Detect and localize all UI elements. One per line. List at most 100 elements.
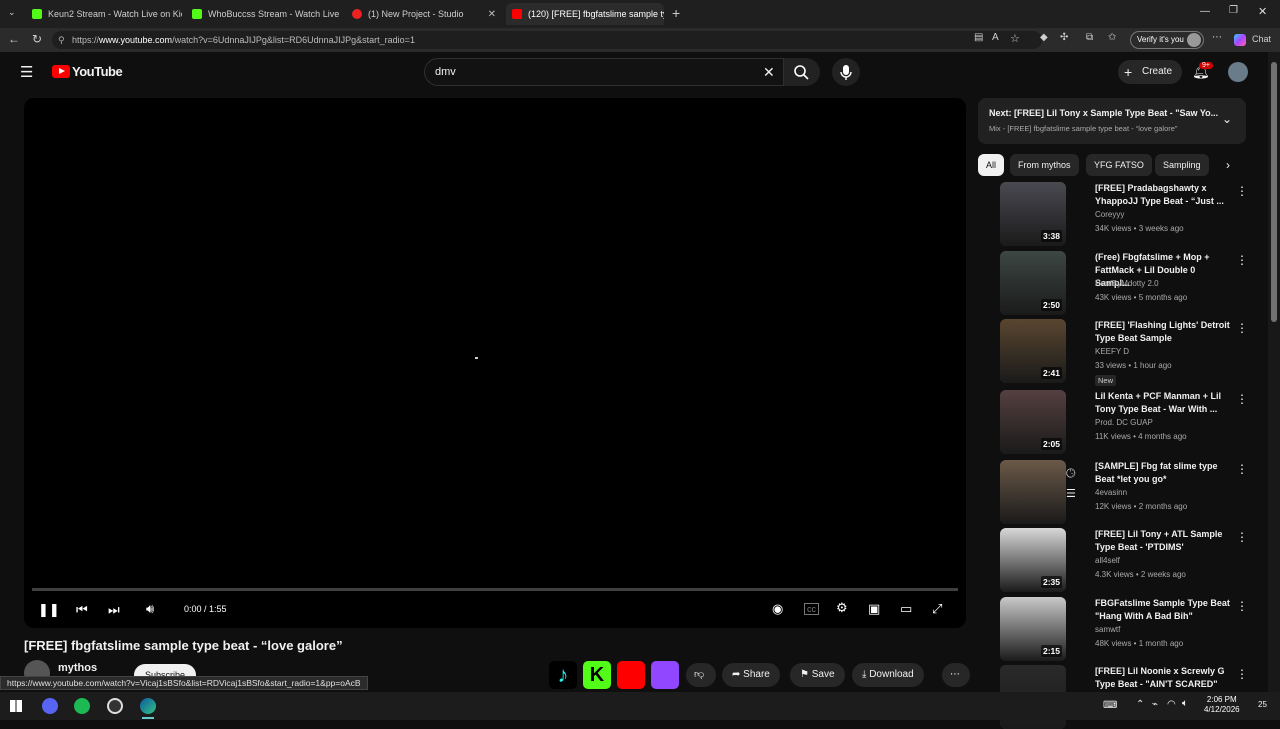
recommendation-title[interactable]: [FREE] Lil Tony + ATL Sample Type Beat -…: [1095, 528, 1231, 554]
edge-icon[interactable]: [140, 698, 156, 714]
verify-profile-button[interactable]: Verify it's you: [1130, 31, 1204, 49]
youtube-logo-text[interactable]: YouTube: [72, 64, 123, 79]
more-vert-icon[interactable]: ⋮: [1236, 253, 1248, 267]
voice-search-button[interactable]: [832, 58, 860, 86]
extension-icon[interactable]: ◆: [1040, 32, 1048, 43]
new-tab-icon[interactable]: +: [672, 5, 680, 21]
tray-expand-icon[interactable]: ⌃: [1136, 699, 1144, 710]
youtube-logo-icon[interactable]: [52, 65, 70, 78]
favorite-star-icon[interactable]: ☆: [1010, 32, 1020, 45]
windows-start-icon[interactable]: [10, 700, 22, 712]
recommendation-channel[interactable]: samwtf: [1095, 625, 1120, 634]
more-vert-icon[interactable]: ⋮: [1236, 184, 1248, 198]
taskbar-clock[interactable]: 2:06 PM 4/12/2026: [1204, 695, 1240, 715]
discord-icon[interactable]: [42, 698, 58, 714]
watch-later-clock-icon[interactable]: 🕓︎: [1066, 466, 1076, 481]
network-icon[interactable]: ⌁: [1152, 699, 1158, 710]
channel-name[interactable]: mythos: [58, 662, 97, 674]
next-button[interactable]: ⏭︎: [108, 602, 120, 618]
download-button[interactable]: ⤓ Download: [852, 663, 924, 687]
tab-kick-whobuccss[interactable]: WhoBuccss Stream - Watch Live o ✕: [186, 3, 342, 25]
speaker-icon[interactable]: 🔈︎: [1182, 698, 1188, 709]
url-field[interactable]: ⚲ https://www.youtube.com/watch?v=6Udnna…: [52, 31, 1042, 49]
chat-button[interactable]: Chat: [1252, 34, 1271, 44]
recommendation-title[interactable]: Lil Kenta + PCF Manman + Lil Tony Type B…: [1095, 390, 1231, 416]
recommendation-item[interactable]: 2:50 (Free) Fbgfatslime + Mop + FattMack …: [978, 251, 1248, 315]
chip-from-mythos[interactable]: From mythos: [1010, 154, 1079, 176]
close-icon[interactable]: ✕: [484, 9, 496, 20]
more-vert-icon[interactable]: ⋮: [1236, 530, 1248, 544]
dislike-button[interactable]: 👎︎: [686, 663, 716, 687]
search-input[interactable]: dmv ✕: [424, 58, 784, 86]
chevron-down-icon[interactable]: ⌄: [1222, 112, 1232, 126]
volume-icon[interactable]: 🔊︎: [146, 601, 154, 617]
minimize-icon[interactable]: —: [1200, 6, 1210, 17]
search-button[interactable]: [784, 58, 820, 86]
favorites-icon[interactable]: ✩: [1108, 32, 1116, 43]
miniplayer-icon[interactable]: ▣: [868, 601, 880, 617]
wifi-icon[interactable]: ◠: [1167, 699, 1176, 710]
keyboard-icon[interactable]: ⌨: [1103, 700, 1117, 711]
split-screen-icon[interactable]: ⧉: [1086, 32, 1093, 43]
up-next-panel[interactable]: Next: [FREE] Lil Tony x Sample Type Beat…: [978, 98, 1246, 144]
autoplay-eye-icon[interactable]: ◉: [772, 601, 783, 617]
pause-button[interactable]: ❚❚: [38, 602, 60, 618]
read-aloud-icon[interactable]: A: [992, 32, 999, 43]
recommendation-item[interactable]: [SAMPLE] Fbg fat slime type Beat *let yo…: [978, 460, 1248, 524]
more-vert-icon[interactable]: ⋮: [1236, 667, 1248, 681]
recommendation-item[interactable]: 2:15 FBGFatslime Sample Type Beat "Hang W…: [978, 597, 1248, 661]
more-actions-button[interactable]: ⋯: [942, 663, 970, 687]
cast-icon[interactable]: ▭: [900, 601, 912, 617]
progress-bar[interactable]: [32, 588, 958, 591]
recommendation-title[interactable]: [FREE] Lil Noonie x Screwly G Type Beat …: [1095, 665, 1231, 691]
more-vert-icon[interactable]: ⋮: [1236, 462, 1248, 476]
more-vert-icon[interactable]: ⋮: [1236, 392, 1248, 406]
recommendation-channel[interactable]: Prod. DC GUAP: [1095, 418, 1153, 427]
chip-yfg-fatso[interactable]: YFG FATSO: [1086, 154, 1152, 176]
tab-new-project-studio[interactable]: (1) New Project - Studio ✕: [346, 3, 502, 25]
scrollbar-thumb[interactable]: [1271, 62, 1277, 322]
more-vert-icon[interactable]: ⋮: [1236, 321, 1248, 335]
recommendation-channel[interactable]: Coreyyy: [1095, 210, 1124, 219]
video-thumbnail[interactable]: 2:41: [1000, 319, 1066, 383]
back-icon[interactable]: ←: [8, 32, 20, 46]
recommendation-title[interactable]: FBGFatslime Sample Type Beat "Hang With …: [1095, 597, 1231, 623]
video-player[interactable]: [24, 98, 966, 628]
recommendation-item[interactable]: 2:35 [FREE] Lil Tony + ATL Sample Type Be…: [978, 528, 1248, 592]
video-thumbnail[interactable]: 2:50: [1000, 251, 1066, 315]
video-thumbnail[interactable]: 2:05: [1000, 390, 1066, 454]
previous-button[interactable]: ⏮︎: [76, 602, 88, 618]
recommendation-item[interactable]: 2:41 [FREE] 'Flashing Lights' Detroit Typ…: [978, 319, 1248, 386]
save-button[interactable]: ⚑ Save: [790, 663, 845, 687]
recommendation-title[interactable]: [FREE] 'Flashing Lights' Detroit Type Be…: [1095, 319, 1231, 345]
recommendation-channel[interactable]: KEEFY D: [1095, 347, 1129, 356]
recommendation-title[interactable]: [SAMPLE] Fbg fat slime type Beat *let yo…: [1095, 460, 1231, 486]
recommendation-item[interactable]: 3:38 [FREE] Pradabagshawty x YhappoJJ Typ…: [978, 182, 1248, 246]
maximize-icon[interactable]: ❐: [1229, 5, 1238, 16]
spotify-icon[interactable]: [74, 698, 90, 714]
recommendation-channel[interactable]: 4evasinn: [1095, 488, 1127, 497]
video-thumbnail[interactable]: 3:38: [1000, 182, 1066, 246]
clear-search-icon[interactable]: ✕: [763, 59, 775, 85]
captions-icon[interactable]: cc: [804, 603, 819, 615]
site-info-icon[interactable]: ⚲: [58, 31, 65, 49]
more-options-icon[interactable]: ⋯: [1212, 32, 1222, 43]
create-button[interactable]: + Create: [1118, 60, 1182, 84]
recommendation-channel[interactable]: ProdByMdotty 2.0: [1095, 279, 1159, 288]
video-thumbnail[interactable]: 2:15: [1000, 597, 1066, 661]
refresh-icon[interactable]: ↻: [32, 32, 42, 46]
video-thumbnail[interactable]: [1000, 460, 1066, 524]
extensions-puzzle-icon[interactable]: ✣: [1060, 32, 1068, 43]
hamburger-menu-icon[interactable]: ☰: [20, 63, 33, 81]
tab-youtube-active[interactable]: (120) [FREE] fbgfatslime sample ty ✕: [506, 3, 664, 25]
notification-center-badge[interactable]: 25: [1258, 700, 1267, 709]
fullscreen-icon[interactable]: ⤢: [932, 601, 942, 617]
obs-icon[interactable]: [107, 698, 123, 714]
close-window-icon[interactable]: ✕: [1258, 5, 1267, 18]
chip-all[interactable]: All: [978, 154, 1005, 176]
recommendation-item[interactable]: 2:05 Lil Kenta + PCF Manman + Lil Tony Ty…: [978, 390, 1248, 454]
tab-list-icon[interactable]: ⌄: [8, 7, 16, 18]
tab-kick-keun2[interactable]: Keun2 Stream - Watch Live on Kick ✕: [26, 3, 182, 25]
recommendation-title[interactable]: [FREE] Pradabagshawty x YhappoJJ Type Be…: [1095, 182, 1231, 208]
video-thumbnail[interactable]: 2:35: [1000, 528, 1066, 592]
